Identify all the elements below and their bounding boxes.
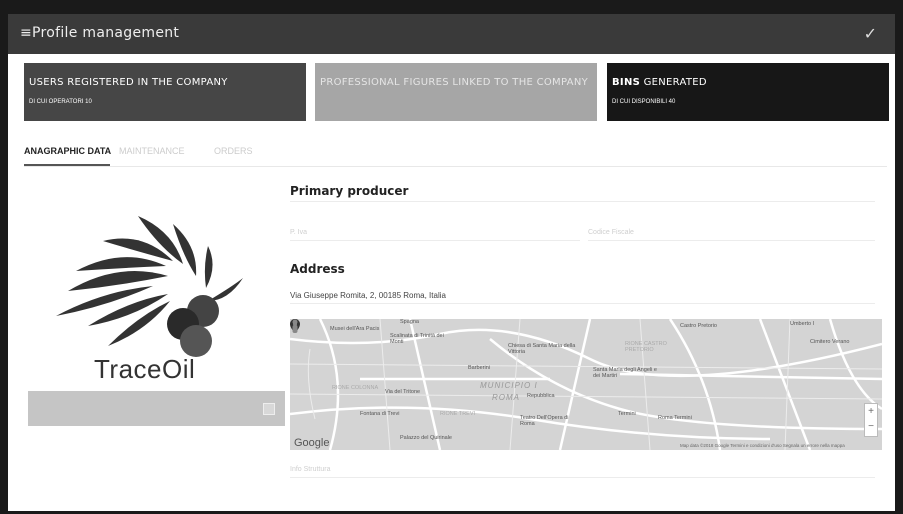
map-district: ROMA <box>492 393 520 402</box>
menu-icon[interactable]: ≡ <box>20 25 32 41</box>
vat-field[interactable]: P. Iva <box>290 229 307 236</box>
info-structure-field-underline <box>290 477 875 478</box>
profile-window: ≡Profile management ✓ USERS REGISTERED I… <box>8 14 895 511</box>
card-subtitle: DI CUI OPERATORI 10 <box>29 99 92 105</box>
map-district: MUNICIPIO I <box>480 381 538 390</box>
fiscal-code-field[interactable]: Codice Fiscale <box>588 229 634 236</box>
map-label: Via del Tritone <box>385 389 421 395</box>
map-label: Spagna <box>400 319 419 325</box>
vat-field-underline <box>290 240 580 241</box>
map-streets <box>290 319 882 450</box>
tab-orders[interactable]: ORDERS <box>214 146 253 156</box>
primary-producer-heading: Primary producer <box>290 184 409 198</box>
map-attribution[interactable]: Map data ©2018 Google Termini e condizio… <box>680 443 845 448</box>
page-title: ≡Profile management <box>20 25 180 41</box>
card-subtitle: DI CUI DISPONIBILI 40 <box>612 99 676 105</box>
card-title: BINS GENERATED <box>612 77 707 88</box>
map-district: RIONE CASTRO PRETORIO <box>625 341 667 353</box>
map-label: Repubblica <box>527 393 555 399</box>
logo-upload-bar[interactable] <box>28 391 285 426</box>
location-map[interactable]: Musei dell'Ara Pacis Spagna Scalinata di… <box>290 319 882 450</box>
map-label: Castro Pretorio <box>680 323 717 329</box>
professional-figures-card[interactable]: PROFESSIONAL FIGURES LINKED TO THE COMPA… <box>315 63 597 121</box>
map-label: Umberto I <box>790 321 815 327</box>
confirm-check-icon[interactable]: ✓ <box>864 24 877 44</box>
map-label: Musei dell'Ara Pacis <box>330 326 380 332</box>
map-label: Termini <box>618 411 636 417</box>
logo-text: TraceOil <box>94 354 196 384</box>
bins-generated-card[interactable]: BINS GENERATED DI CUI DISPONIBILI 40 <box>607 63 889 121</box>
map-label: Chiesa di Santa Maria della Vittoria <box>508 343 576 355</box>
zoom-in-button[interactable]: + <box>865 404 877 419</box>
active-tab-indicator <box>24 164 110 166</box>
address-field-underline <box>290 303 875 304</box>
tab-bar: ANAGRAPHIC DATA MAINTENANCE ORDERS <box>24 144 887 167</box>
address-heading: Address <box>290 262 345 276</box>
users-registered-card[interactable]: USERS REGISTERED IN THE COMPANY DI CUI O… <box>24 63 306 121</box>
map-label: Roma Termini <box>658 415 692 421</box>
tab-anagraphic-data[interactable]: ANAGRAPHIC DATA <box>24 146 111 156</box>
map-district: RIONE TREVI <box>440 411 476 417</box>
map-label: Cimitero Verano <box>810 339 850 345</box>
street-view-pegman-icon[interactable] <box>290 319 300 333</box>
map-label: Fontana di Trevi <box>360 411 400 417</box>
google-logo: Google <box>294 437 330 449</box>
map-label: Santa Maria degli Angeli e dei Martiri <box>593 367 657 379</box>
address-field[interactable]: Via Giuseppe Romita, 2, 00185 Roma, Ital… <box>290 291 446 300</box>
tab-maintenance[interactable]: MAINTENANCE <box>119 146 185 156</box>
map-label: Palazzo del Quirinale <box>400 435 452 441</box>
top-bar: ≡Profile management ✓ <box>8 14 895 54</box>
card-title: PROFESSIONAL FIGURES LINKED TO THE COMPA… <box>320 77 589 88</box>
map-district: RIONE COLONNA <box>332 385 379 391</box>
map-label: Teatro Dell'Opera di Roma <box>520 415 569 427</box>
divider <box>290 201 875 202</box>
zoom-out-button[interactable]: − <box>865 419 877 434</box>
upload-icon[interactable] <box>263 403 275 415</box>
map-zoom-control: + − <box>864 403 878 437</box>
map-label: Barberini <box>468 365 491 371</box>
fiscal-code-field-underline <box>588 240 875 241</box>
card-title: USERS REGISTERED IN THE COMPANY <box>29 77 228 88</box>
map-label: Scalinata di Trinità dei Monti <box>390 333 444 345</box>
info-structure-field[interactable]: Info Struttura <box>290 466 330 473</box>
